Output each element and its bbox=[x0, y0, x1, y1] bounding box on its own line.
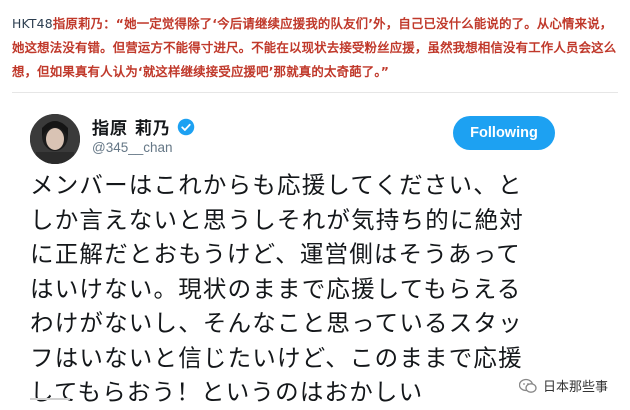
caption-speaker: 指原莉乃 bbox=[52, 16, 104, 31]
tweet-line: フはいないと信じたいけど、このままで応援 bbox=[30, 343, 523, 372]
tweet-line: わけがないし、そんなこと思っているスタッ bbox=[30, 309, 523, 337]
following-button[interactable]: Following bbox=[453, 116, 555, 150]
tweet-line: に正解だとおもうけど、運営側はそうあって bbox=[30, 240, 521, 268]
divider bbox=[12, 92, 618, 93]
wechat-icon bbox=[518, 378, 537, 393]
tweet-line: しか言えないと思うしそれが気持ち的に絶対 bbox=[30, 205, 524, 234]
article-caption: HKT48指原莉乃：“她一定觉得除了‘今后请继续应援我的队友们’外，自己已没什么… bbox=[12, 12, 622, 84]
caption-text: ：“她一定觉得除了‘今后请继续应援我的队友们’外，自己已没什么能说的了。从心情来… bbox=[12, 16, 617, 79]
profile-name-row: 指原 莉乃 bbox=[92, 114, 195, 139]
watermark: 日本那些事 bbox=[514, 374, 612, 397]
tweet-line: メンバーはこれからも応援してください、と bbox=[30, 171, 523, 199]
verified-badge-icon bbox=[177, 118, 195, 135]
avatar[interactable] bbox=[30, 114, 80, 164]
profile-name[interactable]: 指原 莉乃 bbox=[92, 114, 171, 139]
tweet-line: はいけない。現状のままで応援してもらえる bbox=[30, 274, 522, 303]
caption-group-tag: HKT48 bbox=[12, 16, 53, 31]
avatar-photo-icon bbox=[30, 114, 80, 164]
profile-handle[interactable]: @345__chan bbox=[92, 140, 173, 155]
watermark-text: 日本那些事 bbox=[542, 380, 608, 395]
